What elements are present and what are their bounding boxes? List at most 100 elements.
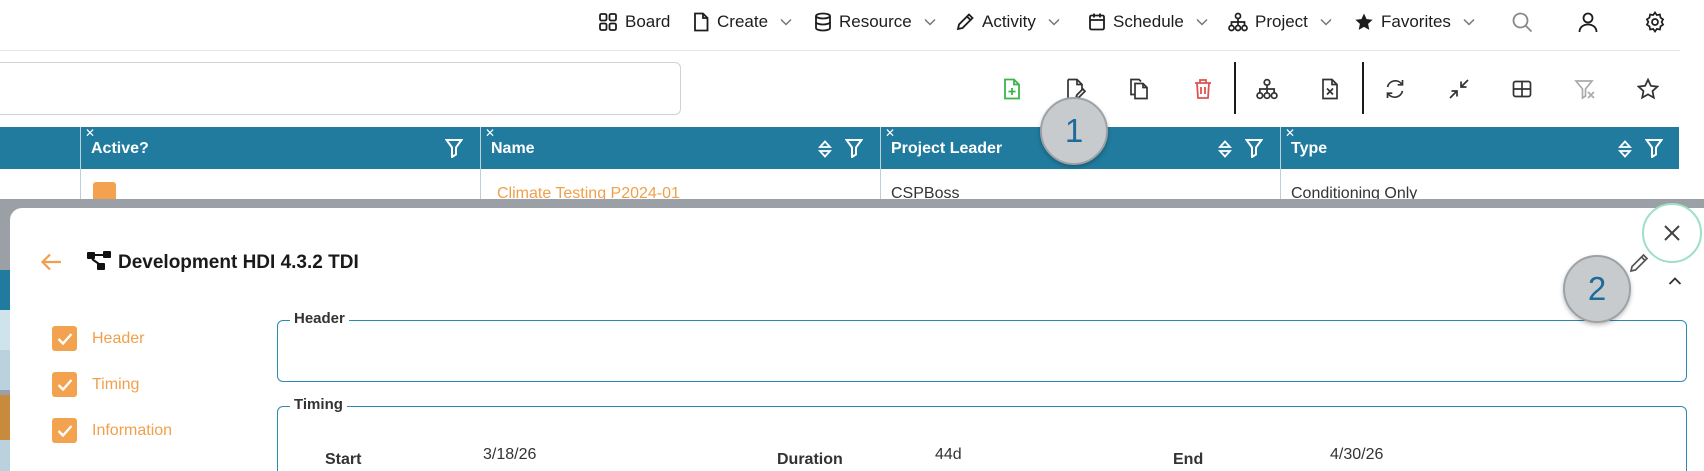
search-button[interactable]: [1509, 9, 1535, 35]
section-toggle-label: Timing: [92, 375, 140, 393]
duration-label: Duration: [777, 451, 843, 468]
file-icon: [692, 12, 710, 32]
grid-icon: [1511, 78, 1533, 100]
section-legend: Timing: [290, 396, 347, 413]
column-divider: [480, 127, 481, 199]
column-label: Project Leader: [891, 140, 1003, 157]
remove-column-icon[interactable]: ✕: [885, 127, 895, 139]
toolbar-separator: [1234, 62, 1236, 114]
add-record-button[interactable]: [997, 74, 1027, 104]
hierarchy-icon: [1228, 12, 1248, 32]
nav-resource[interactable]: Resource: [814, 9, 936, 35]
pencil-icon: [955, 12, 975, 32]
star-outline-icon: [1637, 78, 1659, 100]
nav-favorites[interactable]: Favorites: [1354, 9, 1475, 35]
settings-button[interactable]: [1642, 9, 1668, 35]
checkbox-checked-icon[interactable]: [52, 418, 77, 443]
section-toggle-information[interactable]: Information: [52, 418, 172, 443]
sort-icon[interactable]: [818, 139, 832, 159]
collapse-icon: [1448, 78, 1470, 100]
project-detail-modal: Development HDI 4.3.2 TDI Header Timing …: [10, 208, 1704, 471]
duration-value[interactable]: 44d: [935, 446, 962, 464]
chevron-down-icon: [780, 18, 792, 26]
nav-create[interactable]: Create: [692, 9, 792, 35]
column-label: Active?: [91, 140, 149, 157]
refresh-icon: [1384, 78, 1406, 100]
back-arrow-icon[interactable]: [40, 252, 62, 272]
favorite-button[interactable]: [1633, 74, 1663, 104]
close-modal-button[interactable]: [1642, 203, 1702, 263]
checkbox-checked-icon[interactable]: [52, 326, 77, 351]
excel-export-button[interactable]: [1315, 74, 1345, 104]
close-icon: [1662, 223, 1682, 243]
remove-column-icon[interactable]: ✕: [1285, 127, 1295, 139]
sort-icon[interactable]: [1218, 139, 1232, 159]
gear-icon: [1644, 11, 1666, 33]
delete-icon: [1193, 78, 1213, 100]
clear-filter-button[interactable]: [1570, 74, 1600, 104]
top-navigation: Board Create Resource Activity Schedule …: [0, 0, 1704, 46]
search-input[interactable]: [0, 62, 681, 115]
column-label: Type: [1291, 140, 1328, 157]
nav-divider: [0, 50, 1680, 51]
start-label: Start: [325, 451, 362, 468]
copy-icon: [1128, 78, 1150, 100]
column-divider: [80, 127, 81, 199]
search-icon: [1511, 11, 1533, 33]
nav-board[interactable]: Board: [598, 9, 670, 35]
chevron-down-icon: [1463, 18, 1475, 26]
excel-icon: [1320, 78, 1340, 100]
refresh-button[interactable]: [1380, 74, 1410, 104]
delete-record-button[interactable]: [1188, 74, 1218, 104]
chevron-down-icon: [1320, 18, 1332, 26]
nav-project[interactable]: Project: [1228, 9, 1332, 35]
nav-activity-label: Activity: [982, 12, 1036, 31]
chevron-down-icon: [924, 18, 936, 26]
column-type[interactable]: ✕ Type: [1281, 127, 1679, 169]
modal-title: Development HDI 4.3.2 TDI: [118, 252, 359, 273]
start-value[interactable]: 3/18/26: [483, 446, 536, 464]
remove-column-icon[interactable]: ✕: [85, 127, 95, 139]
clear-filter-icon: [1574, 78, 1596, 100]
nav-activity[interactable]: Activity: [955, 9, 1060, 35]
collapse-up-icon[interactable]: [1668, 276, 1682, 286]
nav-project-label: Project: [1255, 12, 1308, 31]
hierarchy-icon: [1256, 78, 1278, 100]
annotation-marker-2: 2: [1563, 255, 1631, 323]
hierarchy-button[interactable]: [1252, 74, 1282, 104]
section-toggle-label: Header: [92, 329, 145, 347]
collapse-button[interactable]: [1444, 74, 1474, 104]
sort-icon[interactable]: [1618, 139, 1632, 159]
toolbar-separator: [1362, 62, 1364, 114]
column-name[interactable]: ✕ Name: [481, 127, 881, 169]
filter-icon[interactable]: [445, 138, 463, 158]
user-button[interactable]: [1575, 9, 1601, 35]
table-header: ✕ Active? ✕ Name ✕ Project Leader ✕ Type: [0, 127, 1679, 169]
filter-icon[interactable]: [845, 138, 863, 158]
nav-create-label: Create: [717, 12, 769, 31]
header-section: Header: [277, 310, 1687, 382]
column-label: Name: [491, 140, 535, 157]
filter-icon[interactable]: [1645, 138, 1663, 158]
nav-favorites-label: Favorites: [1381, 12, 1451, 31]
end-value[interactable]: 4/30/26: [1330, 446, 1383, 464]
timing-section: Timing Start 3/18/26 Duration 44d End 4/…: [277, 396, 1687, 471]
edit-pencil-icon[interactable]: [1628, 252, 1650, 274]
checkbox-checked-icon[interactable]: [52, 372, 77, 397]
section-toggle-header[interactable]: Header: [52, 326, 144, 351]
remove-column-icon[interactable]: ✕: [485, 127, 495, 139]
chevron-down-icon: [1048, 18, 1060, 26]
section-toggle-timing[interactable]: Timing: [52, 372, 139, 397]
column-active[interactable]: ✕ Active?: [81, 127, 481, 169]
database-icon: [814, 12, 832, 32]
project-structure-icon: [86, 250, 112, 272]
copy-record-button[interactable]: [1124, 74, 1154, 104]
user-icon: [1577, 11, 1599, 33]
nav-schedule[interactable]: Schedule: [1088, 9, 1208, 35]
board-icon: [598, 12, 618, 32]
add-file-icon: [1002, 78, 1022, 100]
grid-view-button[interactable]: [1507, 74, 1537, 104]
filter-icon[interactable]: [1245, 138, 1263, 158]
nav-resource-label: Resource: [839, 12, 912, 31]
section-toggle-label: Information: [92, 421, 173, 439]
